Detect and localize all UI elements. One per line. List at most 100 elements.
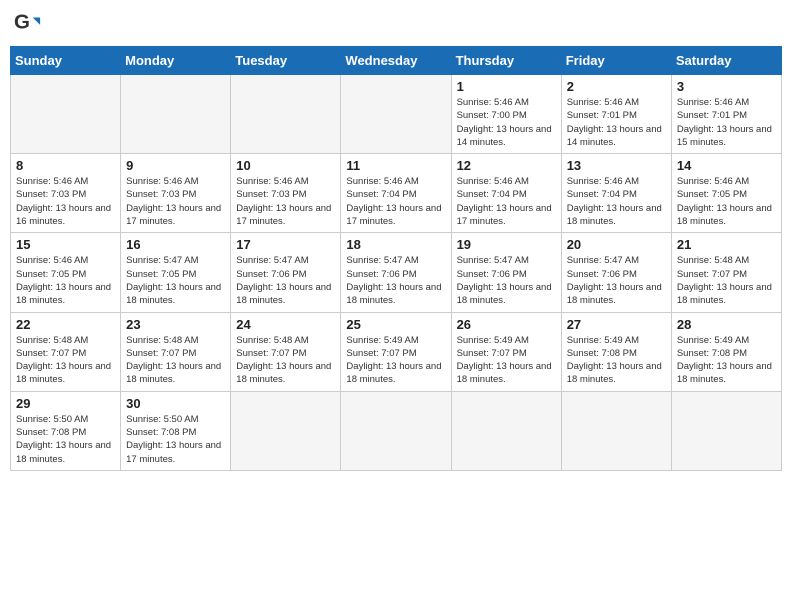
- day-info: Sunrise: 5:49 AM Sunset: 7:08 PM Dayligh…: [567, 334, 666, 387]
- calendar-day-cell: [231, 75, 341, 154]
- day-info: Sunrise: 5:46 AM Sunset: 7:01 PM Dayligh…: [677, 96, 776, 149]
- calendar-day-cell: 14 Sunrise: 5:46 AM Sunset: 7:05 PM Dayl…: [671, 154, 781, 233]
- day-info: Sunrise: 5:49 AM Sunset: 7:07 PM Dayligh…: [346, 334, 445, 387]
- day-number: 27: [567, 317, 666, 332]
- day-info: Sunrise: 5:46 AM Sunset: 7:03 PM Dayligh…: [236, 175, 335, 228]
- calendar-week-row: 1 Sunrise: 5:46 AM Sunset: 7:00 PM Dayli…: [11, 75, 782, 154]
- calendar-day-cell: 3 Sunrise: 5:46 AM Sunset: 7:01 PM Dayli…: [671, 75, 781, 154]
- calendar-day-cell: 1 Sunrise: 5:46 AM Sunset: 7:00 PM Dayli…: [451, 75, 561, 154]
- calendar-day-cell: 17 Sunrise: 5:47 AM Sunset: 7:06 PM Dayl…: [231, 233, 341, 312]
- day-info: Sunrise: 5:48 AM Sunset: 7:07 PM Dayligh…: [677, 254, 776, 307]
- calendar-day-cell: 28 Sunrise: 5:49 AM Sunset: 7:08 PM Dayl…: [671, 312, 781, 391]
- day-number: 22: [16, 317, 115, 332]
- day-info: Sunrise: 5:47 AM Sunset: 7:06 PM Dayligh…: [346, 254, 445, 307]
- calendar-day-cell: 26 Sunrise: 5:49 AM Sunset: 7:07 PM Dayl…: [451, 312, 561, 391]
- day-number: 3: [677, 79, 776, 94]
- day-info: Sunrise: 5:46 AM Sunset: 7:03 PM Dayligh…: [126, 175, 225, 228]
- calendar-table: SundayMondayTuesdayWednesdayThursdayFrid…: [10, 46, 782, 471]
- day-number: 28: [677, 317, 776, 332]
- calendar-day-cell: 13 Sunrise: 5:46 AM Sunset: 7:04 PM Dayl…: [561, 154, 671, 233]
- calendar-day-cell: 24 Sunrise: 5:48 AM Sunset: 7:07 PM Dayl…: [231, 312, 341, 391]
- day-number: 19: [457, 237, 556, 252]
- calendar-day-cell: [671, 391, 781, 470]
- calendar-header-row: SundayMondayTuesdayWednesdayThursdayFrid…: [11, 47, 782, 75]
- logo: G: [14, 10, 46, 38]
- calendar-day-cell: 29 Sunrise: 5:50 AM Sunset: 7:08 PM Dayl…: [11, 391, 121, 470]
- calendar-day-cell: 20 Sunrise: 5:47 AM Sunset: 7:06 PM Dayl…: [561, 233, 671, 312]
- calendar-day-cell: 10 Sunrise: 5:46 AM Sunset: 7:03 PM Dayl…: [231, 154, 341, 233]
- calendar-day-cell: 25 Sunrise: 5:49 AM Sunset: 7:07 PM Dayl…: [341, 312, 451, 391]
- day-info: Sunrise: 5:48 AM Sunset: 7:07 PM Dayligh…: [16, 334, 115, 387]
- calendar-day-cell: 15 Sunrise: 5:46 AM Sunset: 7:05 PM Dayl…: [11, 233, 121, 312]
- day-number: 11: [346, 158, 445, 173]
- calendar-day-cell: [451, 391, 561, 470]
- day-info: Sunrise: 5:46 AM Sunset: 7:05 PM Dayligh…: [16, 254, 115, 307]
- day-number: 14: [677, 158, 776, 173]
- day-number: 23: [126, 317, 225, 332]
- calendar-day-cell: [11, 75, 121, 154]
- day-number: 18: [346, 237, 445, 252]
- calendar-week-row: 22 Sunrise: 5:48 AM Sunset: 7:07 PM Dayl…: [11, 312, 782, 391]
- calendar-week-row: 29 Sunrise: 5:50 AM Sunset: 7:08 PM Dayl…: [11, 391, 782, 470]
- day-number: 24: [236, 317, 335, 332]
- day-info: Sunrise: 5:46 AM Sunset: 7:05 PM Dayligh…: [677, 175, 776, 228]
- day-info: Sunrise: 5:47 AM Sunset: 7:06 PM Dayligh…: [567, 254, 666, 307]
- day-number: 30: [126, 396, 225, 411]
- day-info: Sunrise: 5:48 AM Sunset: 7:07 PM Dayligh…: [126, 334, 225, 387]
- day-number: 17: [236, 237, 335, 252]
- calendar-day-cell: [341, 75, 451, 154]
- day-info: Sunrise: 5:46 AM Sunset: 7:00 PM Dayligh…: [457, 96, 556, 149]
- calendar-day-cell: 30 Sunrise: 5:50 AM Sunset: 7:08 PM Dayl…: [121, 391, 231, 470]
- day-number: 10: [236, 158, 335, 173]
- calendar-day-cell: [231, 391, 341, 470]
- calendar-day-cell: 8 Sunrise: 5:46 AM Sunset: 7:03 PM Dayli…: [11, 154, 121, 233]
- calendar-day-cell: [341, 391, 451, 470]
- day-number: 15: [16, 237, 115, 252]
- calendar-day-cell: 19 Sunrise: 5:47 AM Sunset: 7:06 PM Dayl…: [451, 233, 561, 312]
- calendar-day-cell: 16 Sunrise: 5:47 AM Sunset: 7:05 PM Dayl…: [121, 233, 231, 312]
- calendar-day-cell: [561, 391, 671, 470]
- day-info: Sunrise: 5:46 AM Sunset: 7:04 PM Dayligh…: [457, 175, 556, 228]
- day-number: 16: [126, 237, 225, 252]
- day-of-week-header: Monday: [121, 47, 231, 75]
- calendar-day-cell: 22 Sunrise: 5:48 AM Sunset: 7:07 PM Dayl…: [11, 312, 121, 391]
- calendar-day-cell: 21 Sunrise: 5:48 AM Sunset: 7:07 PM Dayl…: [671, 233, 781, 312]
- day-info: Sunrise: 5:48 AM Sunset: 7:07 PM Dayligh…: [236, 334, 335, 387]
- day-of-week-header: Sunday: [11, 47, 121, 75]
- day-number: 25: [346, 317, 445, 332]
- day-of-week-header: Wednesday: [341, 47, 451, 75]
- day-of-week-header: Saturday: [671, 47, 781, 75]
- day-of-week-header: Tuesday: [231, 47, 341, 75]
- day-number: 20: [567, 237, 666, 252]
- day-info: Sunrise: 5:47 AM Sunset: 7:06 PM Dayligh…: [236, 254, 335, 307]
- day-number: 29: [16, 396, 115, 411]
- day-info: Sunrise: 5:46 AM Sunset: 7:04 PM Dayligh…: [567, 175, 666, 228]
- day-info: Sunrise: 5:50 AM Sunset: 7:08 PM Dayligh…: [126, 413, 225, 466]
- day-number: 2: [567, 79, 666, 94]
- calendar-day-cell: 12 Sunrise: 5:46 AM Sunset: 7:04 PM Dayl…: [451, 154, 561, 233]
- calendar-day-cell: 9 Sunrise: 5:46 AM Sunset: 7:03 PM Dayli…: [121, 154, 231, 233]
- day-info: Sunrise: 5:50 AM Sunset: 7:08 PM Dayligh…: [16, 413, 115, 466]
- day-number: 12: [457, 158, 556, 173]
- day-number: 13: [567, 158, 666, 173]
- day-info: Sunrise: 5:46 AM Sunset: 7:01 PM Dayligh…: [567, 96, 666, 149]
- day-info: Sunrise: 5:47 AM Sunset: 7:05 PM Dayligh…: [126, 254, 225, 307]
- calendar-day-cell: 18 Sunrise: 5:47 AM Sunset: 7:06 PM Dayl…: [341, 233, 451, 312]
- logo-icon: G: [14, 10, 42, 38]
- day-info: Sunrise: 5:49 AM Sunset: 7:08 PM Dayligh…: [677, 334, 776, 387]
- calendar-day-cell: 11 Sunrise: 5:46 AM Sunset: 7:04 PM Dayl…: [341, 154, 451, 233]
- page-header: G: [10, 10, 782, 38]
- day-of-week-header: Friday: [561, 47, 671, 75]
- day-info: Sunrise: 5:47 AM Sunset: 7:06 PM Dayligh…: [457, 254, 556, 307]
- calendar-week-row: 8 Sunrise: 5:46 AM Sunset: 7:03 PM Dayli…: [11, 154, 782, 233]
- day-info: Sunrise: 5:49 AM Sunset: 7:07 PM Dayligh…: [457, 334, 556, 387]
- calendar-day-cell: 27 Sunrise: 5:49 AM Sunset: 7:08 PM Dayl…: [561, 312, 671, 391]
- day-of-week-header: Thursday: [451, 47, 561, 75]
- svg-text:G: G: [14, 11, 30, 34]
- day-number: 1: [457, 79, 556, 94]
- day-info: Sunrise: 5:46 AM Sunset: 7:03 PM Dayligh…: [16, 175, 115, 228]
- day-number: 21: [677, 237, 776, 252]
- day-number: 26: [457, 317, 556, 332]
- calendar-day-cell: 23 Sunrise: 5:48 AM Sunset: 7:07 PM Dayl…: [121, 312, 231, 391]
- day-number: 8: [16, 158, 115, 173]
